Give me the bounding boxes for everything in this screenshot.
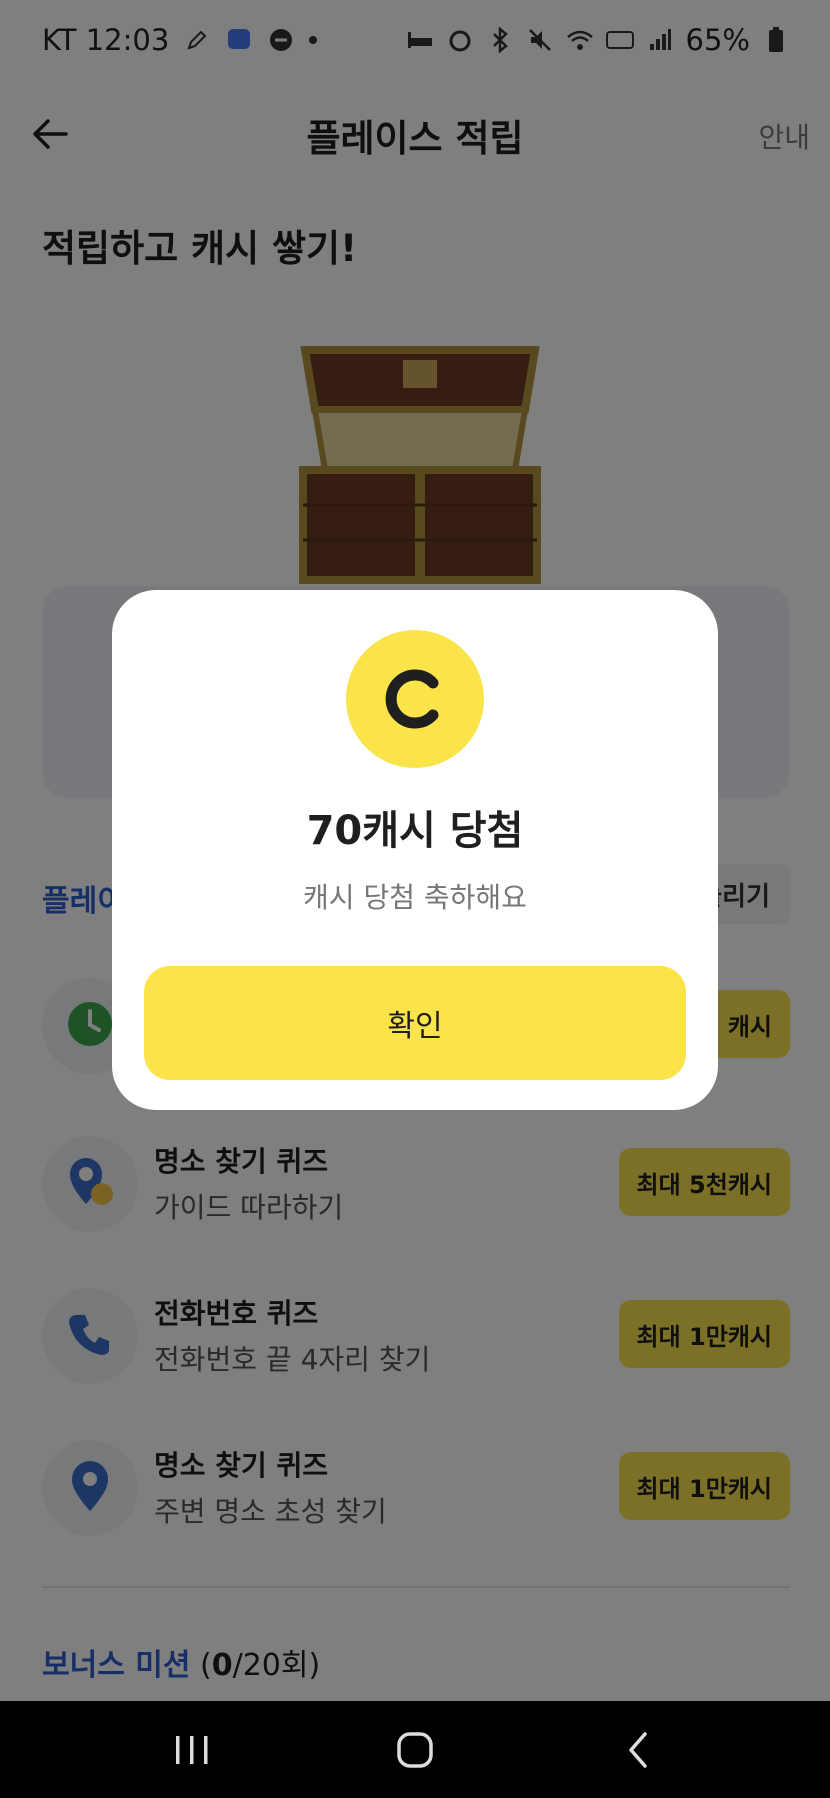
reward-modal: 70캐시 당첨 캐시 당첨 축하해요 확인	[112, 590, 718, 1110]
confirm-button[interactable]: 확인	[144, 966, 686, 1080]
modal-headline: 70캐시 당첨	[306, 808, 524, 854]
home-icon[interactable]	[385, 1720, 445, 1780]
recent-apps-icon[interactable]	[162, 1720, 222, 1780]
cash-coin-icon	[346, 630, 484, 768]
modal-description: 캐시 당첨 축하해요	[303, 881, 527, 914]
back-nav-icon[interactable]	[608, 1720, 668, 1780]
system-nav-bar	[0, 1701, 830, 1798]
